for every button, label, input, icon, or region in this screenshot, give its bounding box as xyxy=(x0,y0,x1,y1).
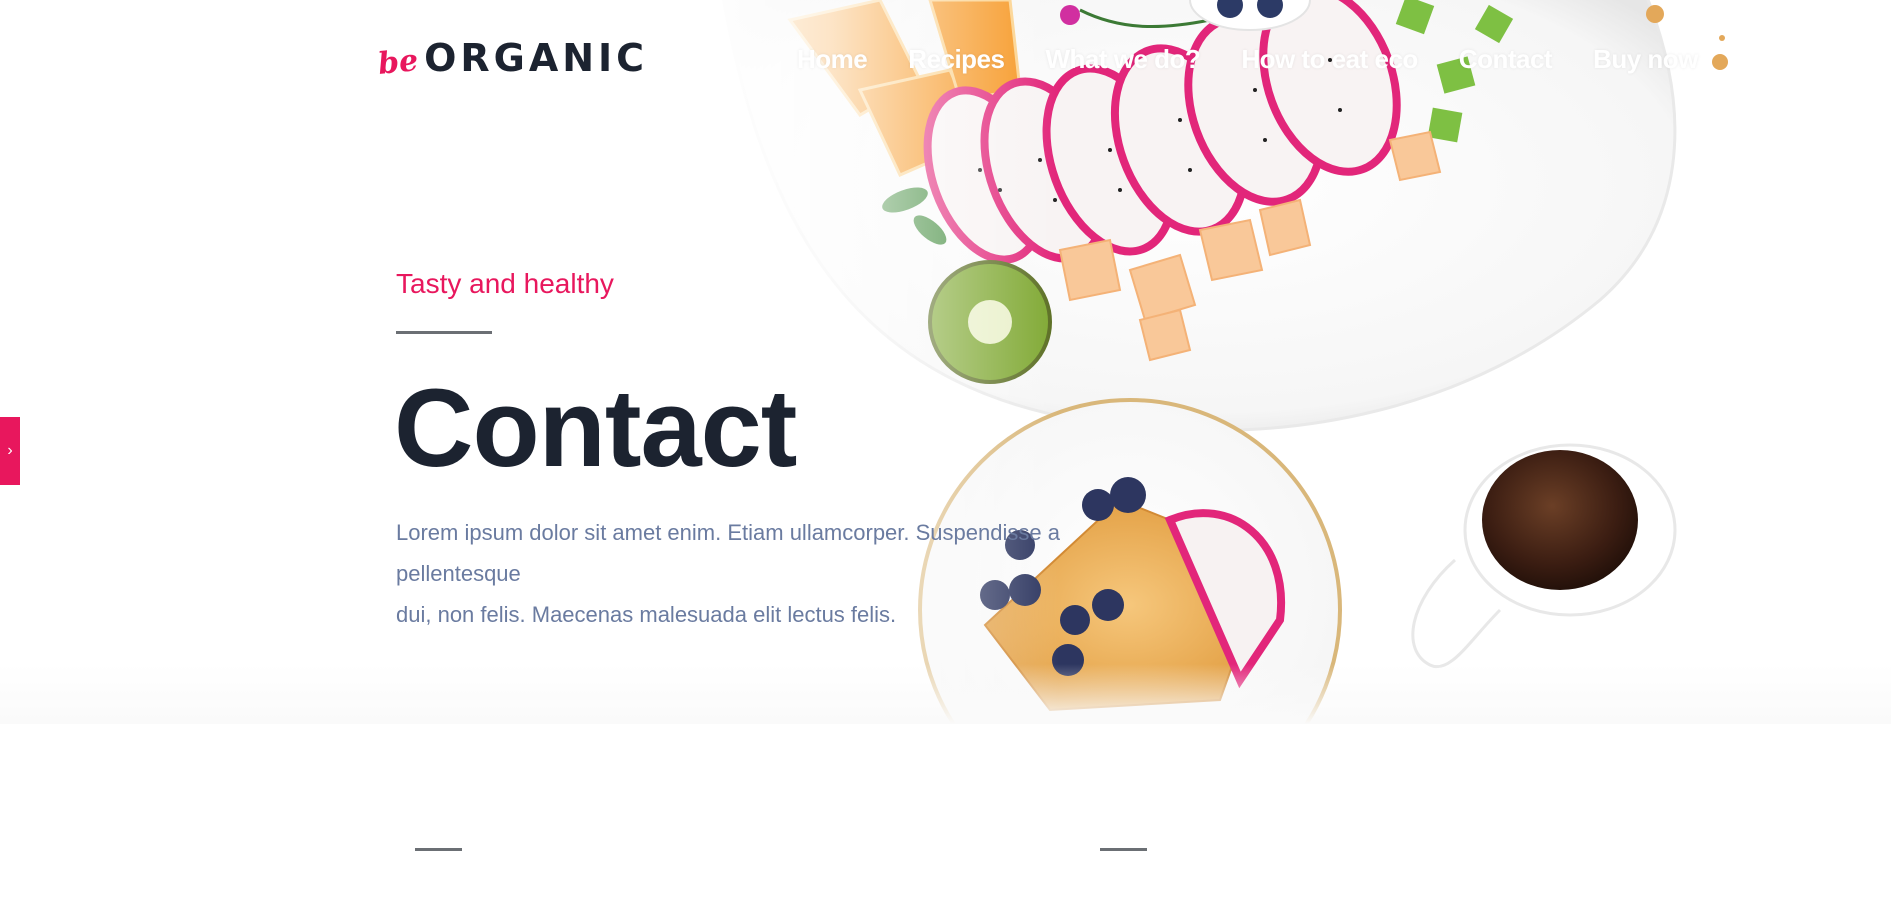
site-logo[interactable]: be ORGANIC xyxy=(376,30,649,82)
main-nav: Home Recipes What we do? How to eat eco … xyxy=(797,44,1739,75)
hero-lead-text: Lorem ipsum dolor sit amet enim. Etiam u… xyxy=(396,512,1096,635)
chevron-right-icon: › xyxy=(7,442,13,459)
page-title: Contact xyxy=(394,367,797,490)
nav-home[interactable]: Home xyxy=(797,44,868,75)
eyebrow-divider xyxy=(396,331,492,334)
logo-name: ORGANIC xyxy=(424,36,649,80)
nav-how-to-eat-eco[interactable]: How to eat eco xyxy=(1241,44,1418,75)
logo-prefix: be xyxy=(376,43,420,82)
section-divider-left xyxy=(415,848,462,851)
hero-bottom-fade xyxy=(0,664,1891,724)
side-panel-toggle[interactable]: › xyxy=(0,417,20,485)
hero-eyebrow: Tasty and healthy xyxy=(396,268,614,299)
nav-buy-now[interactable]: Buy now xyxy=(1593,44,1698,75)
lead-line-2: dui, non felis. Maecenas malesuada elit … xyxy=(396,602,897,627)
nav-recipes[interactable]: Recipes xyxy=(908,44,1005,75)
nav-what-we-do[interactable]: What we do? xyxy=(1045,44,1200,75)
nav-contact[interactable]: Contact xyxy=(1459,44,1553,75)
lead-line-1: Lorem ipsum dolor sit amet enim. Etiam u… xyxy=(396,520,1060,586)
section-divider-right xyxy=(1100,848,1147,851)
